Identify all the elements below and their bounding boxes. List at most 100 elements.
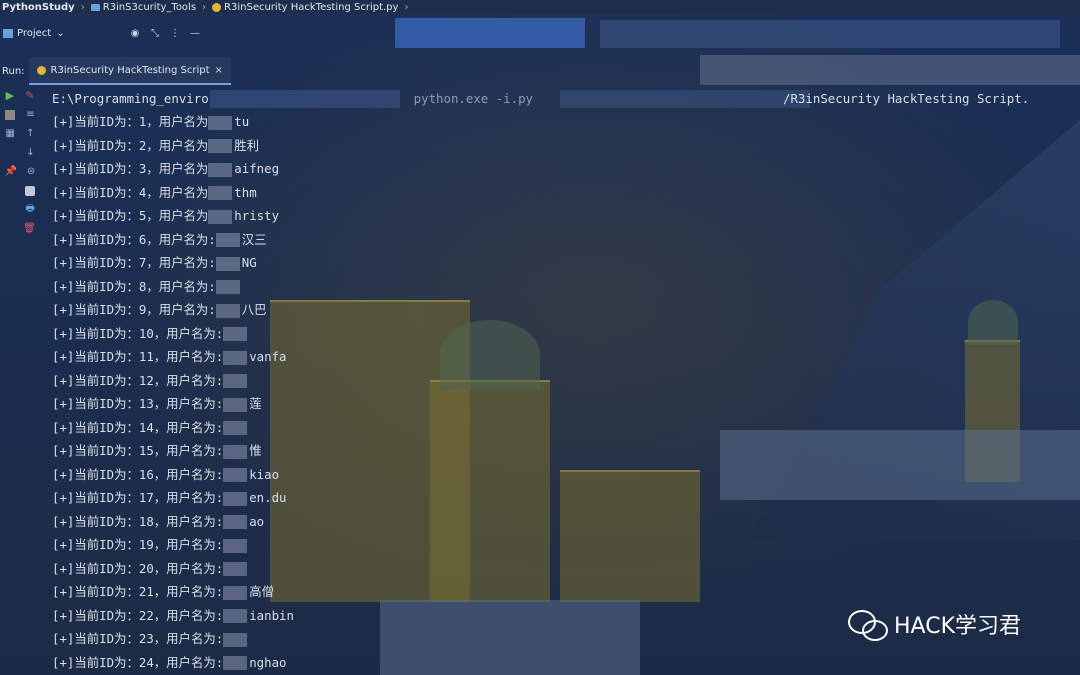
chevron-right-icon: › — [80, 1, 85, 13]
minimize-icon[interactable]: — — [188, 28, 202, 39]
console-line-username: NG — [241, 255, 257, 270]
run-label: Run: — [2, 65, 25, 77]
tab-label: R3inSecurity HackTesting Script — [50, 64, 210, 76]
collapse-icon[interactable]: ⤡ — [148, 28, 162, 39]
python-file-icon — [36, 65, 46, 75]
redacted-username-mask — [208, 162, 233, 177]
print-icon[interactable]: 🖶 — [25, 201, 34, 218]
redacted-username-mask — [223, 397, 248, 412]
console-line-username: kiao — [249, 466, 280, 482]
soft-wrap-icon[interactable]: ≡ — [26, 109, 34, 120]
redacted-username-mask — [223, 562, 248, 576]
more-options-icon[interactable]: ⋮ — [168, 28, 182, 39]
console-line-username: vanfa — [249, 349, 287, 364]
target-icon[interactable]: ◉ — [128, 28, 142, 39]
console-line-prefix: [+]当前ID为：4，用户名为 — [52, 184, 209, 200]
console-line-prefix: [+]当前ID为：16，用户名为: — [52, 466, 224, 482]
console-line: [+]当前ID为：15，用户名为: 惟 — [52, 439, 1080, 463]
redacted-username-mask — [223, 632, 248, 647]
console-line-prefix: [+]当前ID为：20，用户名为: — [52, 560, 224, 576]
tab-run-script[interactable]: R3inSecurity HackTesting Script × — [28, 57, 231, 85]
run-toolbar: Run: R3inSecurity HackTesting Script × — [0, 57, 700, 85]
console-line: [+]当前ID为：1，用户名为 tu — [52, 110, 1080, 134]
console-line: [+]当前ID为：2，用户名为 胜利 — [52, 134, 1080, 158]
folder-icon — [90, 3, 100, 11]
console-line-username: 高僧 — [249, 584, 274, 599]
chevron-right-icon: › — [404, 1, 409, 13]
console-line: [+]当前ID为：6，用户名为: 汉三 — [52, 228, 1080, 252]
redacted-username-mask — [223, 491, 248, 506]
console-line-prefix: [+]当前ID为：9，用户名为: — [52, 302, 216, 317]
console-line-username: ianbin — [249, 607, 294, 623]
console-line-prefix: [+]当前ID为：3，用户名为 — [52, 161, 209, 176]
breadcrumb-item-folder[interactable]: R3inS3curity_Tools — [90, 2, 196, 13]
breadcrumb-item-project[interactable]: PythonStudy — [2, 2, 75, 13]
close-icon[interactable]: × — [215, 65, 223, 76]
scroll-up-icon[interactable]: ↑ — [26, 128, 34, 139]
console-line: [+]当前ID为：4，用户名为 thm — [52, 181, 1080, 205]
console-line-username: hristy — [234, 208, 280, 223]
console-line-prefix: [+]当前ID为：8，用户名为: — [52, 278, 216, 294]
console-line-prefix: [+]当前ID为：21，用户名为: — [52, 584, 224, 599]
console-line-username: thm — [234, 184, 257, 200]
console-line: [+]当前ID为：13，用户名为: 莲 — [52, 392, 1080, 416]
edit-icon[interactable]: ✎ — [25, 89, 34, 102]
console-line-prefix: [+]当前ID为：17，用户名为: — [52, 490, 224, 505]
delete-icon[interactable]: 🗑 — [23, 223, 36, 234]
console-line: [+]当前ID为：17，用户名为: en.du — [52, 486, 1080, 510]
console-line-prefix: [+]当前ID为：2，用户名为 — [52, 137, 209, 153]
wrap-icon[interactable]: ⊜ — [27, 166, 35, 177]
console-line-prefix: [+]当前ID为：18，用户名为: — [52, 513, 224, 529]
redacted-username-mask — [208, 186, 233, 200]
project-icon — [3, 28, 13, 38]
chevron-right-icon: › — [202, 1, 207, 13]
redacted-username-mask — [223, 350, 248, 365]
chevron-down-icon[interactable]: ⌄ — [56, 28, 64, 39]
console-line: [+]当前ID为：3，用户名为 aifneg — [52, 157, 1080, 181]
console-line-prefix: [+]当前ID为：13，用户名为: — [52, 396, 224, 411]
python-file-icon — [212, 2, 222, 12]
pin-icon[interactable]: 📌 — [5, 166, 17, 177]
scroll-down-icon[interactable]: ↓ — [26, 147, 34, 158]
command-line: E:\Programming_enviro python.exe -i.py/R3… — [52, 88, 1080, 110]
console-line: [+]当前ID为：18，用户名为: ao — [52, 510, 1080, 534]
redacted-username-mask — [223, 585, 248, 600]
breadcrumb-item-file[interactable]: R3inSecurity HackTesting Script.py — [212, 2, 398, 13]
console-line-prefix: [+]当前ID为：11，用户名为: — [52, 349, 224, 364]
redacted-username-mask — [223, 327, 248, 341]
redacted-username-mask — [223, 538, 248, 553]
redacted-username-mask — [215, 303, 240, 318]
console-line: [+]当前ID为：7，用户名为: NG — [52, 251, 1080, 275]
layout-icon[interactable]: ▦ — [6, 128, 15, 139]
breadcrumb: PythonStudy › R3inS3curity_Tools › R3inS… — [0, 0, 1080, 14]
console-line-username: 莲 — [249, 396, 262, 411]
console-line-prefix: [+]当前ID为：19，用户名为: — [52, 537, 224, 552]
console-line: [+]当前ID为：11，用户名为: vanfa — [52, 345, 1080, 369]
redacted-username-mask — [208, 209, 233, 224]
project-dropdown[interactable]: Project — [17, 28, 51, 39]
redacted-username-mask — [223, 374, 248, 388]
breadcrumb-label: R3inSecurity HackTesting Script.py — [224, 1, 399, 13]
redacted-username-mask — [208, 139, 233, 153]
console-output[interactable]: E:\Programming_enviro python.exe -i.py/R3… — [52, 88, 1080, 674]
console-line-username: 汉三 — [241, 231, 267, 247]
console-line-prefix: [+]当前ID为：22，用户名为: — [52, 607, 224, 623]
run-icon[interactable]: ▶ — [6, 89, 14, 102]
console-line-username: ao — [249, 513, 265, 529]
command-path: E:\Programming_enviro — [52, 91, 209, 106]
console-line-prefix: [+]当前ID为：6，用户名为: — [52, 231, 216, 247]
redacted-username-mask — [215, 233, 240, 247]
console-line: [+]当前ID为：19，用户名为: — [52, 533, 1080, 557]
redacted-username-mask — [208, 115, 233, 130]
redacted-username-mask — [215, 256, 240, 271]
console-line-username: nghao — [249, 654, 287, 670]
run-gutter: ▶ ✎ ≡ ▦ ↑ ↓ 📌 ⊜ 🖶 🗑 — [0, 86, 40, 256]
stop-icon[interactable] — [5, 109, 16, 120]
console-line: [+]当前ID为：9，用户名为: 八巴 — [52, 298, 1080, 322]
wechat-icon — [848, 608, 888, 641]
redacted-username-mask — [223, 656, 248, 670]
console-line-username: en.du — [249, 490, 287, 505]
settings-icon[interactable] — [25, 185, 35, 196]
redacted-username-mask — [223, 515, 248, 529]
console-line: [+]当前ID为：5，用户名为 hristy — [52, 204, 1080, 228]
